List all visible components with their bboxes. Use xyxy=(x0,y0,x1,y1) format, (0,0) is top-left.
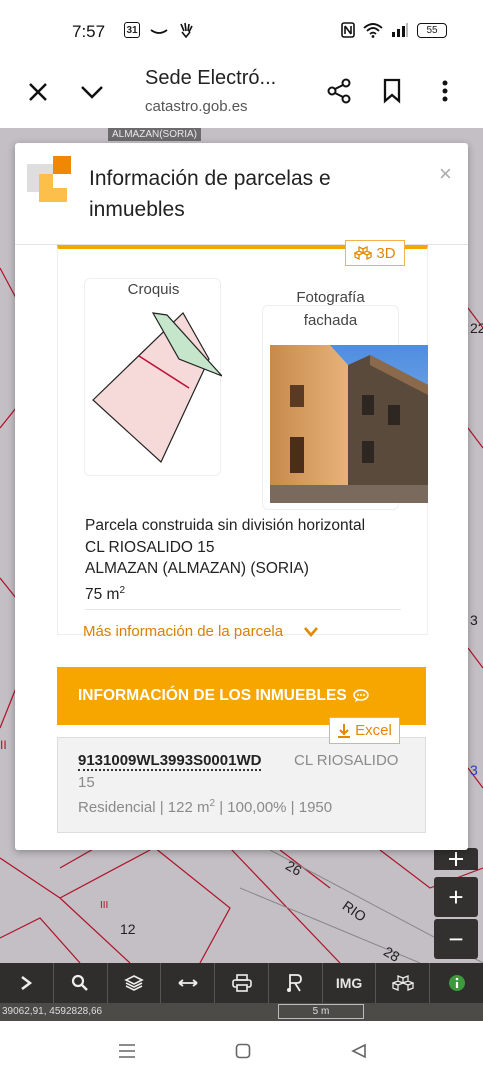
inmueble-address-number: 15 xyxy=(78,774,95,791)
share-button[interactable] xyxy=(322,74,356,108)
more-menu-button[interactable] xyxy=(430,74,460,108)
inmueble-reference-link[interactable]: 9131009WL3993S0001WD xyxy=(78,752,262,771)
home-button[interactable] xyxy=(228,1039,258,1063)
bookmark-button[interactable] xyxy=(376,74,408,108)
chevron-down-icon xyxy=(81,86,103,99)
calendar-icon: 31 xyxy=(124,22,140,38)
menu-icon xyxy=(119,1044,135,1058)
inmueble-area: 122 m2 xyxy=(167,798,216,816)
home-square-icon xyxy=(235,1043,251,1059)
more-parcel-info-toggle[interactable]: Más información de la parcela xyxy=(83,623,319,640)
status-bar: 7:57 31 55 xyxy=(0,0,483,62)
chat-icon xyxy=(352,689,369,702)
dialog-header: Información de parcelas e inmuebles × xyxy=(15,143,468,245)
image-button[interactable]: IMG xyxy=(323,963,377,1003)
map-label: 3 xyxy=(470,762,478,778)
voicemail-icon xyxy=(150,29,168,34)
dialog-title: Información de parcelas e inmuebles xyxy=(89,167,331,221)
catastro-logo-icon xyxy=(27,156,71,202)
inmueble-list-item: 9131009WL3993S0001WD CL RIOSALIDO 15 Res… xyxy=(57,737,426,833)
wifi-icon xyxy=(363,23,383,38)
hand-icon xyxy=(180,22,193,38)
print-icon xyxy=(231,974,252,992)
back-triangle-icon xyxy=(351,1043,366,1059)
map-toolbar: IMG xyxy=(0,963,483,1003)
croquis-panel[interactable]: Croquis xyxy=(84,278,222,476)
parcel-address: CL RIOSALIDO 15 xyxy=(85,538,215,556)
inmueble-year: 1950 xyxy=(298,799,333,816)
reference-icon xyxy=(287,974,303,992)
coordinates-readout: 39062,91, 4592828,66 xyxy=(2,1006,103,1017)
arrow-right-icon xyxy=(21,976,33,990)
view-3d-label: 3D xyxy=(376,244,396,262)
close-tab-button[interactable] xyxy=(22,76,54,108)
facade-photo-image xyxy=(270,345,428,503)
collapse-button[interactable] xyxy=(76,76,108,108)
image-icon: IMG xyxy=(335,975,363,991)
close-icon xyxy=(29,83,47,101)
search-button[interactable] xyxy=(54,963,108,1003)
3d-icon xyxy=(391,975,414,991)
chevron-down-icon xyxy=(304,626,319,637)
3d-view-button[interactable] xyxy=(376,963,431,1003)
system-nav-bar xyxy=(0,1021,483,1080)
parcel-sketch xyxy=(92,312,222,463)
map-label: II xyxy=(0,738,7,752)
zoom-in-button[interactable]: + xyxy=(434,877,478,917)
map-label: 3 xyxy=(470,612,478,628)
recents-button[interactable] xyxy=(112,1039,142,1063)
map-label: 22 xyxy=(470,320,483,336)
parcel-summary: Parcela construida sin división horizont… xyxy=(85,515,365,605)
inmueble-participation: 100,00% xyxy=(227,799,287,816)
page-title: Sede Electró... xyxy=(145,67,277,89)
expand-button[interactable] xyxy=(0,963,54,1003)
share-icon xyxy=(327,78,351,104)
nfc-icon xyxy=(341,22,355,38)
inmuebles-title: INFORMACIÓN DE LOS INMUEBLES xyxy=(78,687,347,704)
parcel-area: 75 m2 xyxy=(85,584,126,603)
info-icon xyxy=(448,975,465,991)
print-button[interactable] xyxy=(215,963,269,1003)
divider xyxy=(85,609,401,610)
measure-button[interactable] xyxy=(161,963,216,1003)
export-excel-button[interactable]: Excel xyxy=(329,717,400,744)
measure-icon xyxy=(178,979,198,987)
zoom-out-button[interactable]: − xyxy=(434,919,478,959)
parcel-municipality: ALMAZAN (ALMAZAN) (SORIA) xyxy=(85,560,309,577)
more-parcel-info-label: Más información de la parcela xyxy=(83,623,284,640)
browser-toolbar: Sede Electró... catastro.gob.es xyxy=(0,62,483,128)
layers-icon xyxy=(124,975,144,991)
coordinate-bar: 39062,91, 4592828,66 5 m xyxy=(0,1003,483,1021)
map-region-label: ALMAZAN(SORIA) xyxy=(108,128,202,141)
search-icon xyxy=(72,974,89,991)
download-icon xyxy=(338,723,351,738)
more-vert-icon xyxy=(442,80,448,102)
locate-button[interactable] xyxy=(434,848,478,870)
status-time: 7:57 xyxy=(72,22,106,41)
parcel-type: Parcela construida sin división horizont… xyxy=(85,517,366,534)
facade-photo[interactable] xyxy=(270,345,428,503)
map-label: III xyxy=(100,900,109,911)
info-button[interactable] xyxy=(430,963,483,1003)
scale-bar: 5 m xyxy=(278,1004,364,1019)
page-url: catastro.gob.es xyxy=(145,98,248,115)
inmueble-address: CL RIOSALIDO xyxy=(294,752,399,769)
reference-button[interactable] xyxy=(269,963,323,1003)
map-label: 12 xyxy=(120,921,136,937)
inmueble-use: Residencial xyxy=(78,799,156,816)
layers-button[interactable] xyxy=(108,963,162,1003)
parcel-info-dialog: Información de parcelas e inmuebles × 3D… xyxy=(15,143,468,850)
inmueble-details: Residencial | 122 m2 | 100,00% | 1950 xyxy=(78,798,333,816)
3d-cubes-icon xyxy=(354,246,373,260)
signal-icon xyxy=(392,23,408,37)
view-3d-button[interactable]: 3D xyxy=(345,240,405,266)
crosshair-icon xyxy=(449,852,463,866)
dialog-close-button[interactable]: × xyxy=(439,161,452,187)
bookmark-icon xyxy=(383,78,401,104)
back-button[interactable] xyxy=(344,1039,374,1063)
export-excel-label: Excel xyxy=(355,722,392,739)
battery-icon: 55 xyxy=(417,22,447,38)
